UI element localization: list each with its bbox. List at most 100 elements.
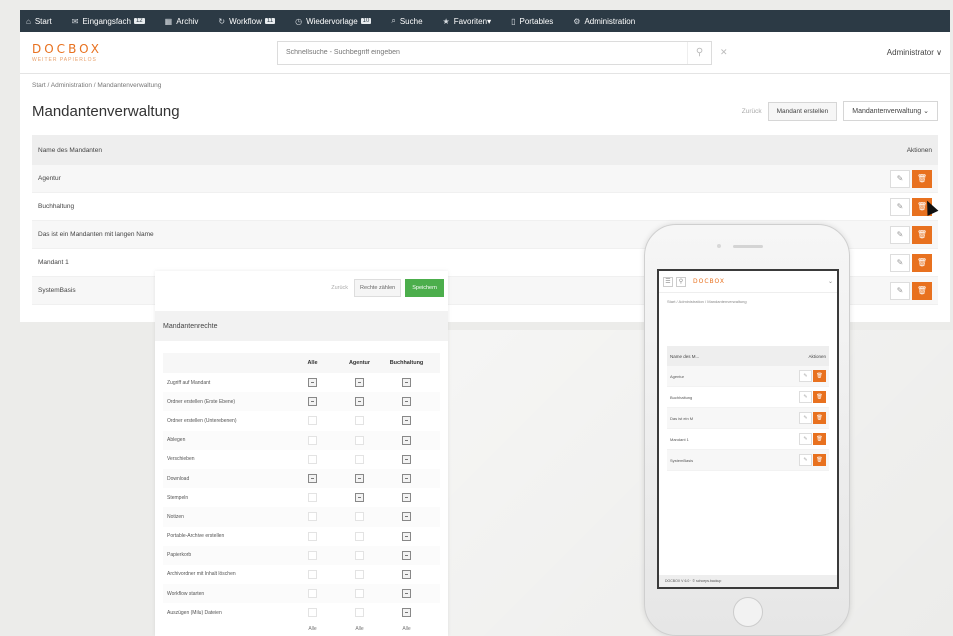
right-checkbox[interactable] bbox=[402, 435, 411, 445]
nav-item-administration[interactable]: ⚙ Administration bbox=[573, 17, 635, 26]
search-input[interactable] bbox=[286, 49, 666, 56]
mobile-table-header: Name des M... Aktionen bbox=[667, 346, 829, 366]
rights-back-link[interactable]: Zurück bbox=[331, 285, 348, 291]
delete-button[interactable]: 🗑 bbox=[813, 433, 826, 445]
menu-icon[interactable]: ☰ bbox=[663, 276, 673, 287]
nav-item-eingangsfach[interactable]: ✉ Eingangsfach 12 bbox=[72, 17, 145, 26]
right-checkbox[interactable] bbox=[402, 397, 411, 407]
delete-button[interactable]: 🗑 bbox=[912, 281, 932, 300]
right-checkbox[interactable] bbox=[308, 550, 317, 560]
right-checkbox[interactable] bbox=[402, 608, 411, 618]
nav-item-label: Portables bbox=[519, 16, 554, 26]
right-checkbox[interactable] bbox=[355, 589, 364, 599]
view-select[interactable]: Mandantenverwaltung ⌄ bbox=[843, 101, 938, 121]
column-header-name: Name des Mandanten bbox=[38, 146, 102, 154]
right-checkbox[interactable] bbox=[355, 550, 364, 560]
right-checkbox[interactable] bbox=[308, 608, 317, 618]
edit-button[interactable]: ✎ bbox=[799, 433, 812, 445]
right-checkbox[interactable] bbox=[402, 454, 411, 464]
save-button[interactable]: Speichern bbox=[405, 279, 444, 297]
edit-button[interactable]: ✎ bbox=[799, 391, 812, 403]
rights-grid-header: Alle Agentur Buchhaltung bbox=[163, 353, 440, 373]
delete-button[interactable]: 🗑 bbox=[912, 253, 932, 272]
edit-button[interactable]: ✎ bbox=[890, 225, 910, 244]
nav-item-suche[interactable]: ⌕ Suche bbox=[391, 16, 422, 26]
search-icon[interactable]: ⚲ bbox=[676, 276, 686, 287]
right-checkbox[interactable] bbox=[402, 569, 411, 579]
edit-button[interactable]: ✎ bbox=[890, 197, 910, 216]
right-checkbox[interactable] bbox=[402, 378, 411, 388]
right-checkbox[interactable] bbox=[355, 454, 364, 464]
right-checkbox[interactable] bbox=[402, 512, 411, 522]
delete-button[interactable]: 🗑 bbox=[813, 370, 826, 382]
page-title: Mandantenverwaltung bbox=[32, 102, 180, 120]
right-checkbox[interactable] bbox=[355, 397, 364, 407]
right-checkbox[interactable] bbox=[308, 569, 317, 579]
right-checkbox[interactable] bbox=[308, 454, 317, 464]
right-checkbox[interactable] bbox=[355, 569, 364, 579]
right-checkbox[interactable] bbox=[308, 589, 317, 599]
select-all-link[interactable]: Alle bbox=[383, 626, 430, 632]
right-checkbox[interactable] bbox=[308, 493, 317, 503]
trash-icon: 🗑 bbox=[916, 174, 928, 183]
right-checkbox[interactable] bbox=[355, 608, 364, 618]
right-checkbox[interactable] bbox=[402, 493, 411, 503]
search-icon[interactable]: ⚲ bbox=[687, 41, 711, 64]
create-mandant-button[interactable]: Mandant erstellen bbox=[767, 101, 838, 121]
delete-button[interactable]: 🗑 bbox=[912, 169, 932, 188]
right-label: Notizen bbox=[167, 513, 184, 520]
right-checkbox[interactable] bbox=[355, 435, 364, 445]
select-all-link[interactable]: Alle bbox=[336, 626, 383, 632]
select-all-link[interactable]: Alle bbox=[289, 626, 336, 632]
right-checkbox[interactable] bbox=[402, 550, 411, 560]
edit-button[interactable]: ✎ bbox=[890, 169, 910, 188]
delete-button[interactable]: 🗑 bbox=[912, 225, 932, 244]
right-checkbox[interactable] bbox=[355, 493, 364, 503]
mandant-name: Agentur bbox=[38, 175, 61, 182]
delete-button[interactable]: 🗑 bbox=[813, 391, 826, 403]
nav-item-start[interactable]: ⌂ Start bbox=[26, 17, 52, 26]
right-checkbox[interactable] bbox=[308, 435, 317, 445]
phone-home-button[interactable] bbox=[733, 597, 763, 627]
edit-button[interactable]: ✎ bbox=[890, 281, 910, 300]
close-icon[interactable]: ✕ bbox=[720, 47, 728, 58]
back-link[interactable]: Zurück bbox=[742, 108, 762, 115]
edit-button[interactable]: ✎ bbox=[799, 412, 812, 424]
right-checkbox[interactable] bbox=[402, 416, 411, 426]
reset-rights-button[interactable]: Rechte zählen bbox=[354, 279, 402, 297]
right-checkbox[interactable] bbox=[402, 531, 411, 541]
nav-item-workflow[interactable]: ↻ Workflow 11 bbox=[218, 17, 276, 26]
chevron-down-icon[interactable]: ⌄ bbox=[828, 278, 833, 285]
right-checkbox[interactable] bbox=[355, 378, 364, 388]
right-checkbox[interactable] bbox=[308, 416, 317, 426]
nav-item-archiv[interactable]: ▦ Archiv bbox=[165, 17, 199, 26]
breadcrumb: Start / Administration / Mandantenverwal… bbox=[32, 82, 162, 89]
right-label: Download bbox=[167, 475, 190, 482]
right-checkbox[interactable] bbox=[308, 397, 317, 407]
pencil-icon: ✎ bbox=[896, 230, 904, 239]
right-checkbox[interactable] bbox=[308, 474, 317, 484]
right-checkbox[interactable] bbox=[308, 378, 317, 388]
right-label: Papierkorb bbox=[167, 552, 192, 559]
nav-item-label: Eingangsfach bbox=[82, 16, 131, 26]
right-checkbox[interactable] bbox=[402, 474, 411, 484]
right-checkbox[interactable] bbox=[308, 512, 317, 522]
delete-button[interactable]: 🗑 bbox=[813, 454, 826, 466]
edit-button[interactable]: ✎ bbox=[799, 454, 812, 466]
nav-item-portables[interactable]: ▯ Portables bbox=[511, 17, 553, 26]
right-checkbox[interactable] bbox=[355, 474, 364, 484]
edit-button[interactable]: ✎ bbox=[890, 253, 910, 272]
delete-button[interactable]: 🗑 bbox=[813, 412, 826, 424]
user-menu[interactable]: Administrator ∨ bbox=[887, 48, 942, 57]
right-checkbox[interactable] bbox=[355, 512, 364, 522]
edit-button[interactable]: ✎ bbox=[799, 370, 812, 382]
right-checkbox[interactable] bbox=[402, 589, 411, 599]
right-label: Ordner erstellen (Erste Ebene) bbox=[167, 398, 236, 405]
right-checkbox[interactable] bbox=[355, 531, 364, 541]
right-checkbox[interactable] bbox=[355, 416, 364, 426]
nav-item-wiedervorlage[interactable]: ◷ Wiedervorlage 10 bbox=[295, 17, 372, 26]
mobile-table-row: Agentur ✎ 🗑 bbox=[667, 366, 829, 387]
docbox-logo[interactable]: DOCBOX WEITER PAPIERLOS bbox=[32, 42, 152, 63]
nav-item-favoriten[interactable]: ★ Favoriten ▾ bbox=[443, 17, 492, 26]
right-checkbox[interactable] bbox=[308, 531, 317, 541]
